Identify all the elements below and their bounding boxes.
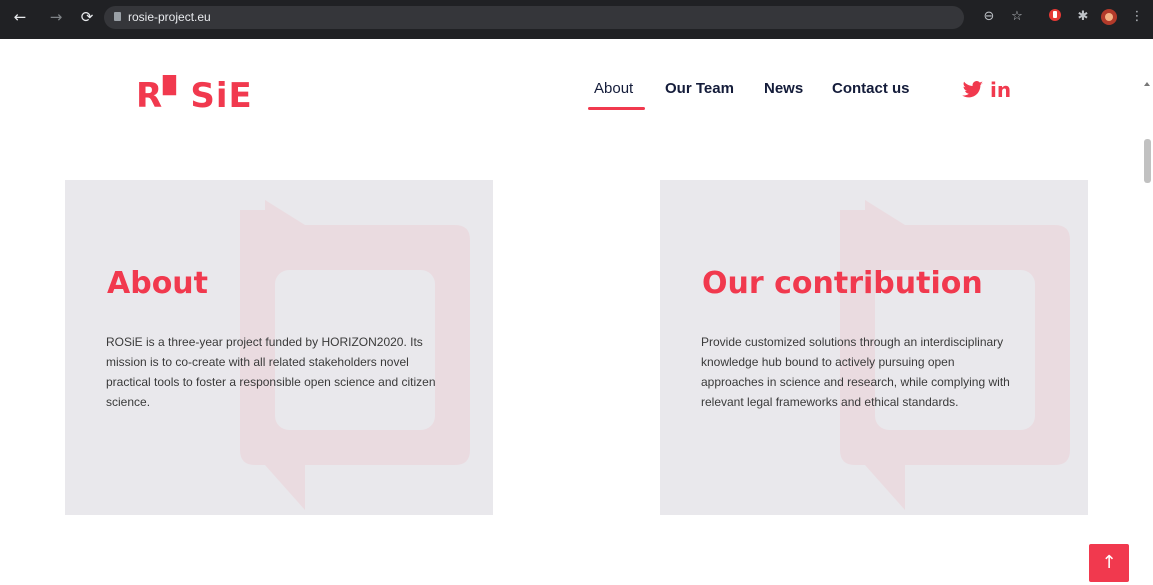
scroll-to-top-button[interactable]: ↑ (1089, 544, 1129, 582)
scroll-up-arrow-icon[interactable] (1144, 82, 1150, 86)
profile-avatar-icon[interactable] (1100, 8, 1118, 26)
reload-icon[interactable]: ⟳ (77, 7, 97, 27)
card-body-text: Provide customized solutions through an … (701, 335, 1010, 409)
card-body-text: ROSiE is a three-year project funded by … (106, 335, 436, 409)
nav-link-about[interactable]: About (594, 80, 633, 97)
lock-icon (114, 12, 121, 21)
back-icon[interactable]: ← (10, 7, 30, 27)
bookmark-star-icon[interactable]: ☆ (1008, 8, 1026, 26)
nav-link-news[interactable]: News (764, 80, 803, 97)
contribution-card: Our contribution Provide customized solu… (660, 180, 1088, 515)
zoom-icon[interactable]: ⊖ (980, 8, 998, 26)
page-scrollbar[interactable] (1142, 39, 1153, 585)
nav-link-our-team[interactable]: Our Team (665, 80, 734, 97)
address-bar-url[interactable]: rosie-project.eu (128, 10, 211, 24)
browser-menu-icon[interactable]: ⋮ (1128, 8, 1146, 26)
linkedin-icon[interactable]: in (990, 78, 1011, 102)
card-title: Our contribution (702, 266, 983, 301)
scrollbar-thumb[interactable] (1144, 139, 1151, 183)
about-card: About ROSiE is a three-year project fund… (65, 180, 493, 515)
card-title: About (107, 266, 209, 301)
extension-shield-icon[interactable] (1046, 8, 1064, 26)
nav-link-contact-us[interactable]: Contact us (832, 80, 910, 97)
rosie-logo[interactable]: R▘SiE (136, 76, 253, 116)
forward-icon[interactable]: → (46, 7, 66, 27)
browser-toolbar: ← → ⟳ rosie-project.eu ⊖ ☆ ✱ ⋮ (0, 0, 1153, 39)
twitter-icon[interactable] (962, 80, 984, 104)
extensions-puzzle-icon[interactable]: ✱ (1074, 8, 1092, 26)
active-nav-indicator (588, 107, 645, 110)
address-bar[interactable]: rosie-project.eu (104, 6, 964, 29)
